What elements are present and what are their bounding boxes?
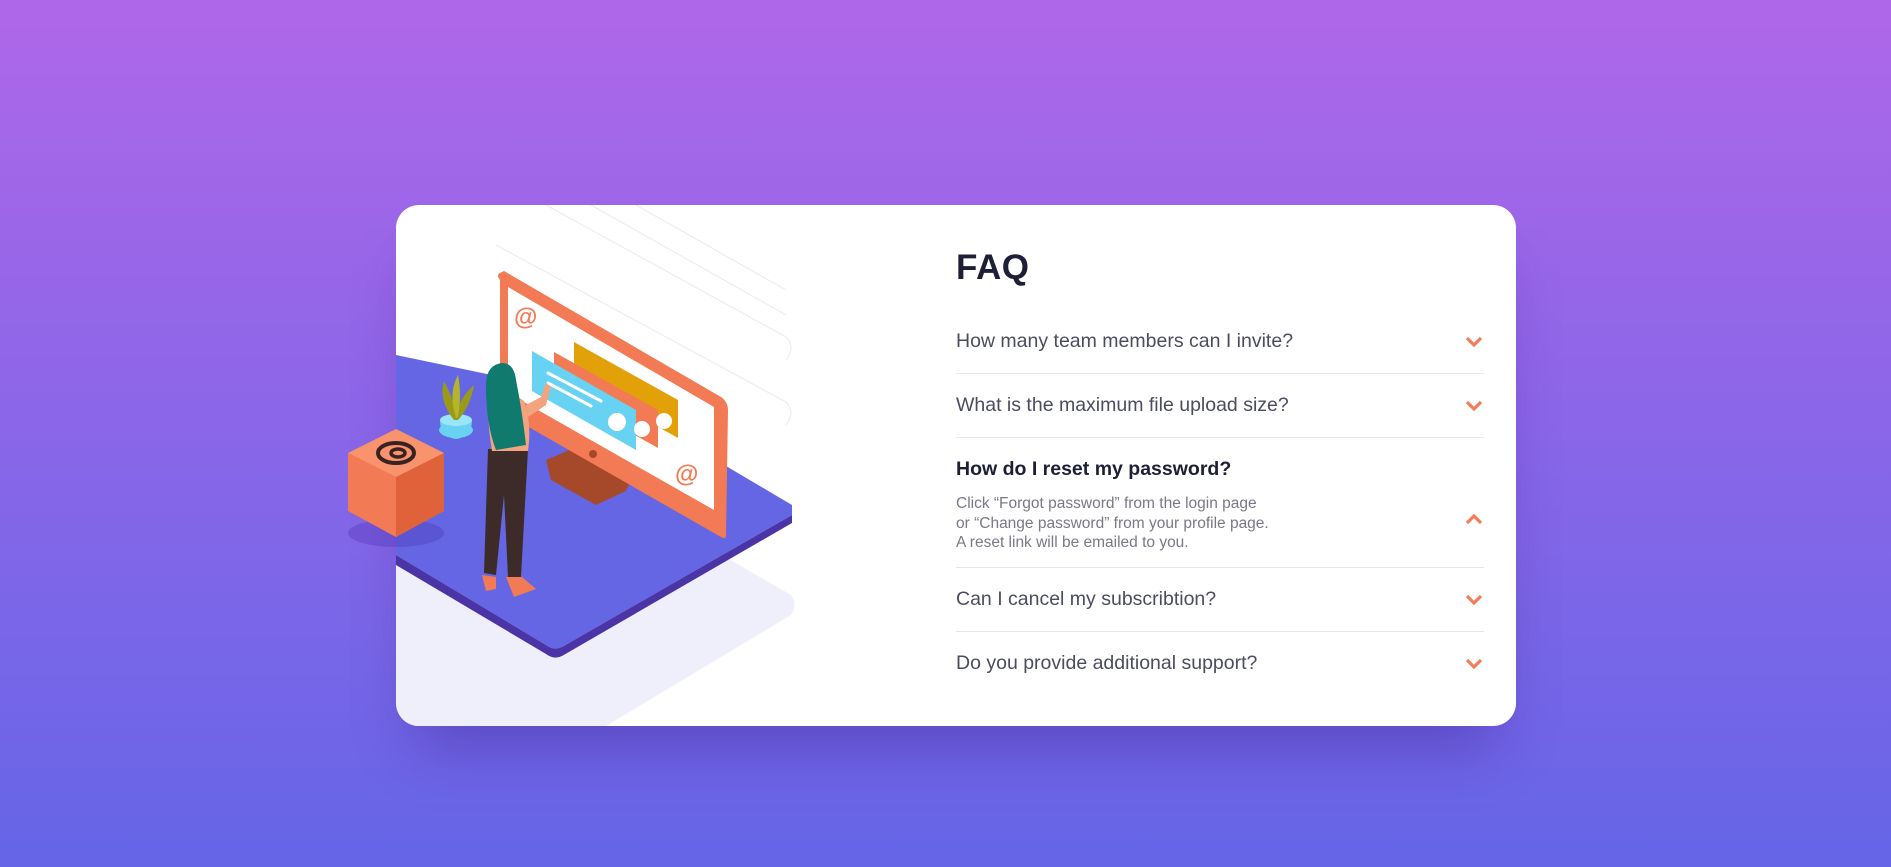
- chevron-down-icon[interactable]: [1464, 335, 1484, 349]
- faq-item[interactable]: How many team members can I invite?: [956, 310, 1484, 374]
- faq-question-row[interactable]: How many team members can I invite?: [956, 310, 1484, 373]
- faq-answer-line: or “Change password” from your profile p…: [956, 514, 1269, 532]
- woman-online-desktop-illustration: @ @: [396, 205, 795, 726]
- faq-question[interactable]: Can I cancel my subscribtion?: [956, 588, 1216, 611]
- faq-question[interactable]: Do you provide additional support?: [956, 652, 1257, 675]
- faq-question-row[interactable]: What is the maximum file upload size?: [956, 374, 1484, 437]
- faq-section: FAQ How many team members can I invite? …: [956, 246, 1484, 695]
- faq-item-open[interactable]: How do I reset my password? Click “Forgo…: [956, 444, 1484, 568]
- faq-item[interactable]: Do you provide additional support?: [956, 632, 1484, 695]
- svg-text:@: @: [675, 461, 698, 488]
- chevron-down-icon[interactable]: [1464, 399, 1484, 413]
- faq-question-row[interactable]: How do I reset my password?: [956, 444, 1484, 494]
- faq-item[interactable]: What is the maximum file upload size?: [956, 374, 1484, 438]
- faq-question[interactable]: What is the maximum file upload size?: [956, 394, 1289, 417]
- illustration-panel: @ @: [396, 205, 816, 726]
- faq-title: FAQ: [956, 248, 1030, 287]
- floating-box: [348, 429, 444, 547]
- faq-answer: Click “Forgot password” from the login p…: [956, 494, 1316, 567]
- faq-question[interactable]: How do I reset my password?: [956, 458, 1231, 481]
- faq-question-row[interactable]: Can I cancel my subscribtion?: [956, 568, 1484, 631]
- faq-question[interactable]: How many team members can I invite?: [956, 330, 1293, 353]
- chevron-down-icon[interactable]: [1464, 656, 1484, 670]
- svg-text:@: @: [514, 304, 537, 331]
- chevron-down-icon[interactable]: [1464, 592, 1484, 606]
- chevron-up-icon[interactable]: [1464, 512, 1484, 526]
- faq-answer-line: A reset link will be emailed to you.: [956, 534, 1189, 551]
- faq-answer-line: Click “Forgot password” from the login p…: [956, 495, 1257, 512]
- faq-question-row[interactable]: Do you provide additional support?: [956, 632, 1484, 695]
- faq-item[interactable]: Can I cancel my subscribtion?: [956, 568, 1484, 632]
